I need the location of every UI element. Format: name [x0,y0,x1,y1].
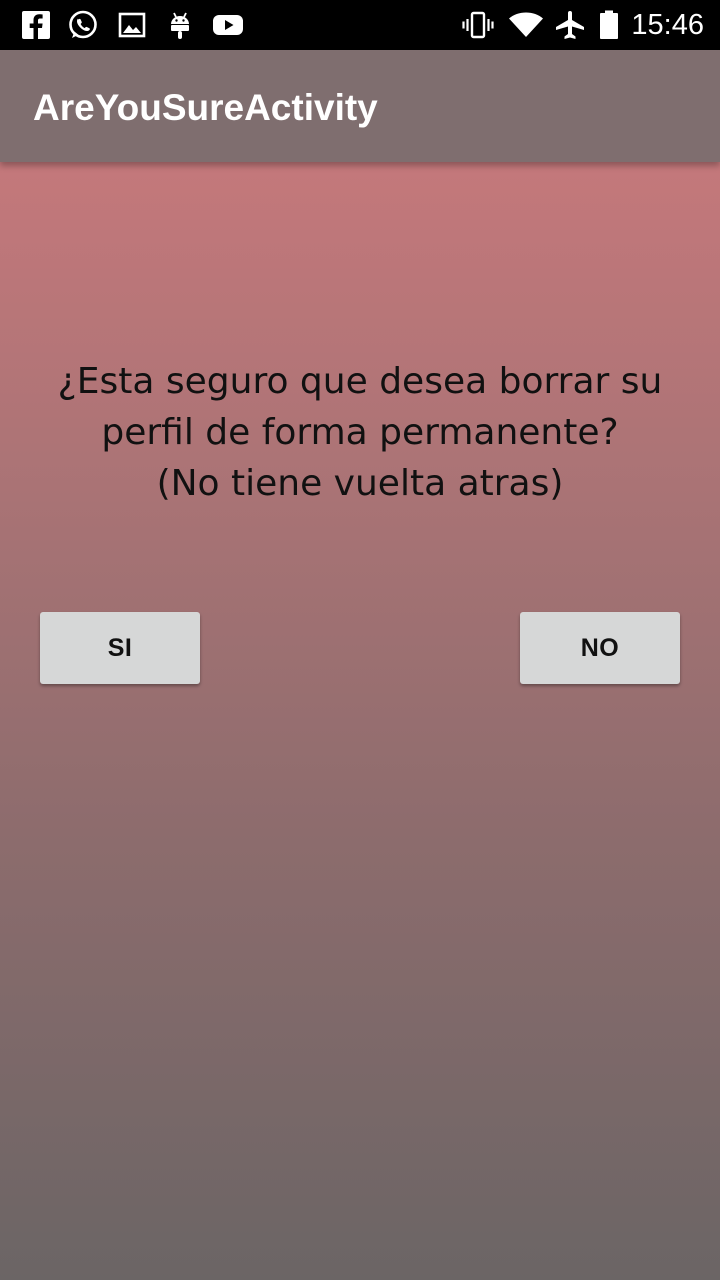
airplane-icon [554,9,586,41]
android-icon [164,9,196,41]
battery-icon [596,9,622,41]
youtube-icon [212,9,244,41]
main-content: ¿Esta seguro que desea borrar su perfil … [0,162,720,1280]
yes-button[interactable]: SI [40,612,200,684]
facebook-icon [20,9,52,41]
status-bar: 15:46 [0,0,720,50]
question-line-3: (No tiene vuelta atras) [156,463,564,504]
app-title: AreYouSureActivity [33,87,378,128]
confirmation-message: ¿Esta seguro que desea borrar su perfil … [0,356,720,509]
app-bar: AreYouSureActivity [0,50,720,162]
question-line-1: ¿Esta seguro que desea borrar su [57,361,663,402]
question-line-2: perfil de forma permanente? [101,412,619,453]
no-button[interactable]: NO [520,612,680,684]
wifi-icon [508,9,544,41]
whatsapp-icon [67,9,99,41]
gallery-icon [116,9,148,41]
status-time: 15:46 [631,9,704,41]
vibrate-icon [462,9,494,41]
